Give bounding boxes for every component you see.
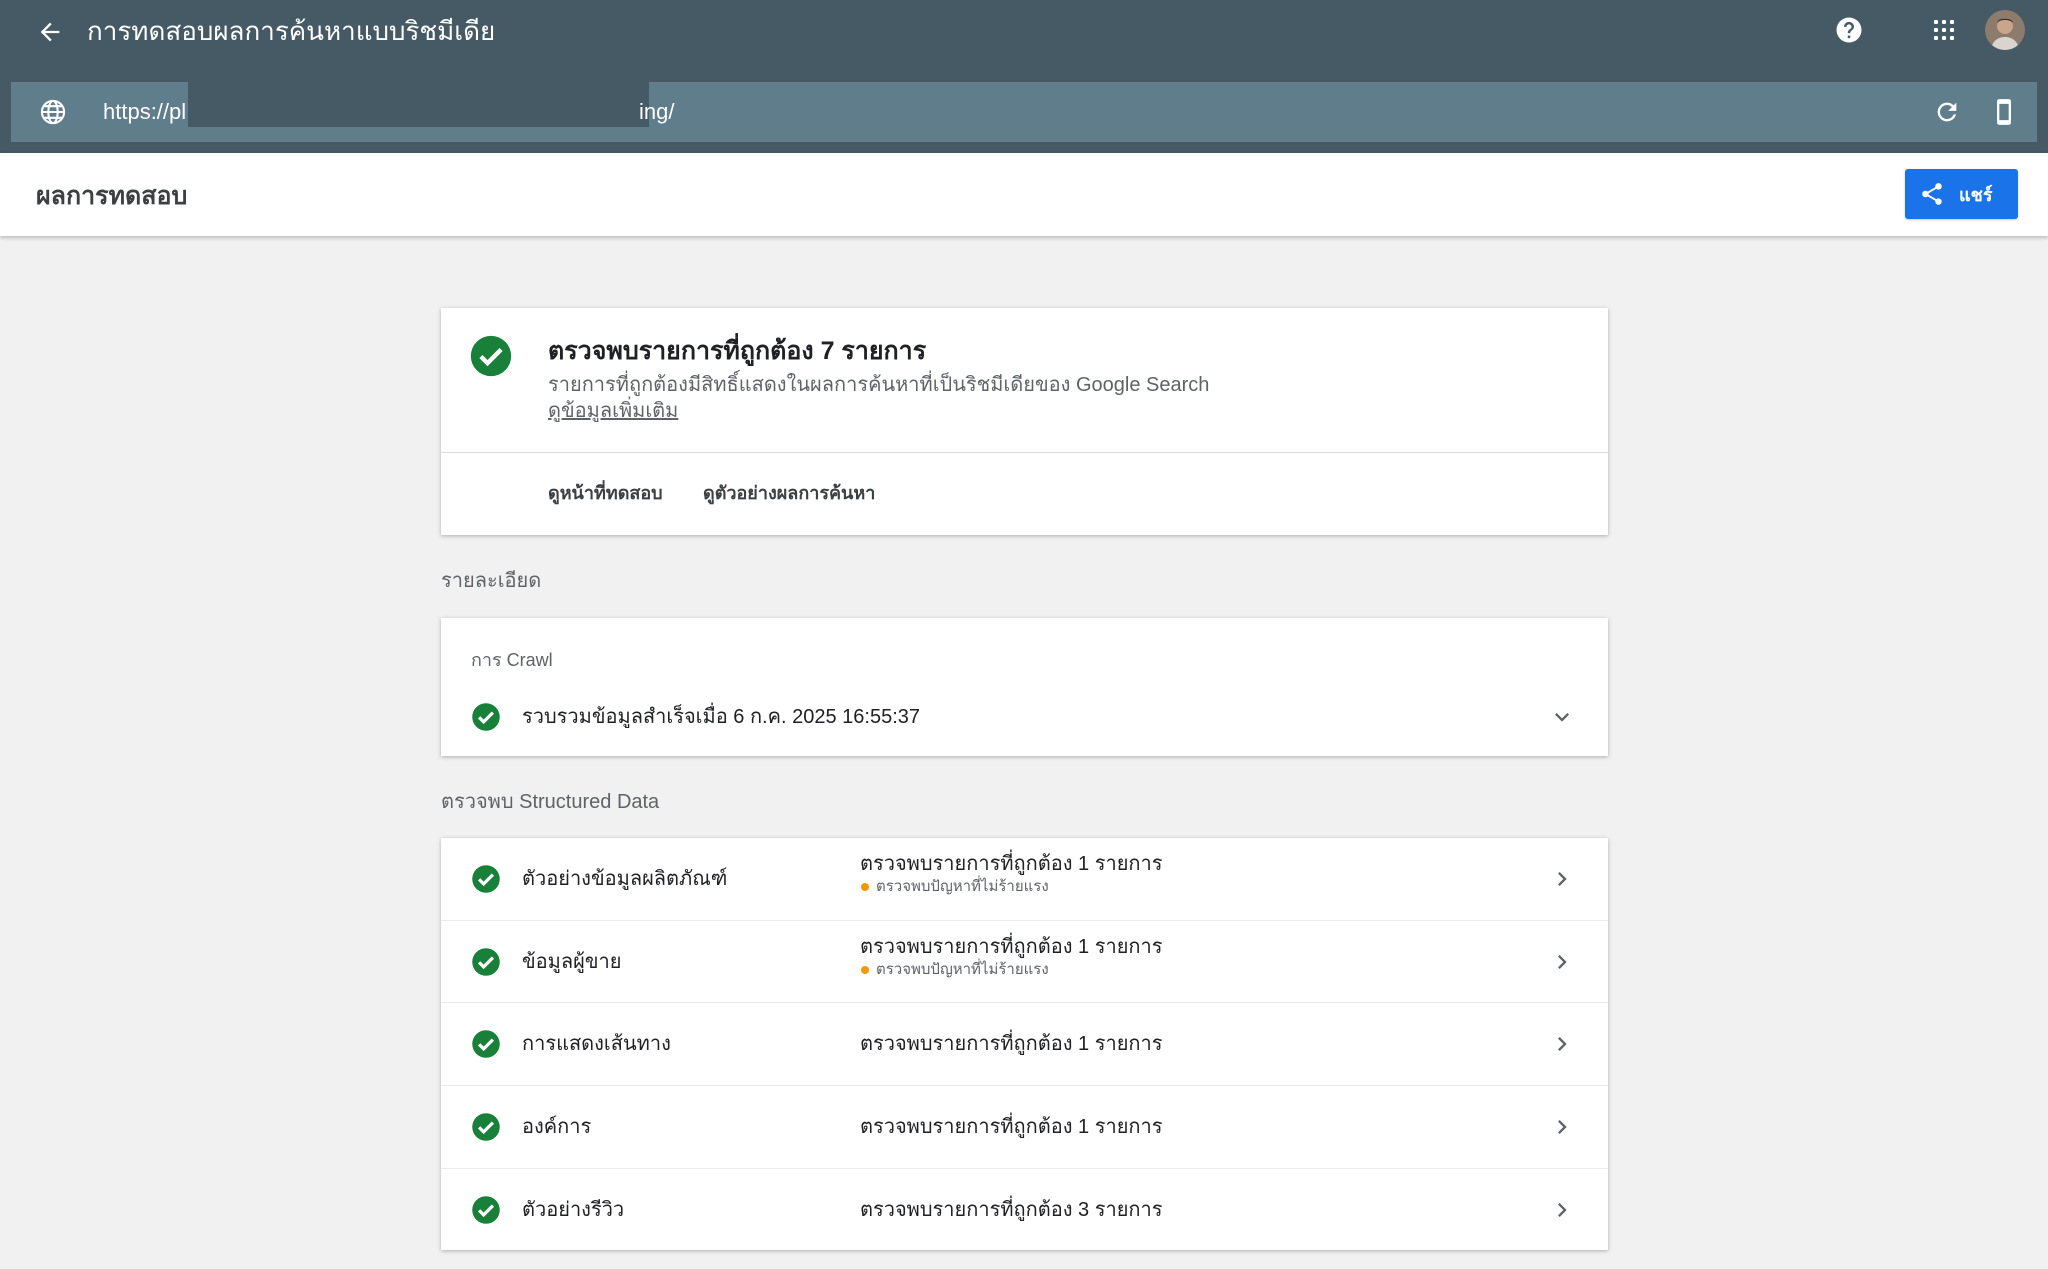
results-header: ผลการทดสอบ แชร์ [0,153,2048,236]
learn-more-link[interactable]: ดูข้อมูลเพิ่มเติม [548,398,678,424]
apps-button[interactable] [1925,11,1963,49]
row-status: ตรวจพบรายการที่ถูกต้อง 1 รายการ [860,853,1163,875]
share-label: แชร์ [1959,184,1993,205]
user-avatar-icon [1985,10,2025,50]
warning-text: ตรวจพบปัญหาที่ไม่ร้ายแรง [876,961,1049,978]
row-name: ตัวอย่างข้อมูลผลิตภัณฑ์ [522,868,728,890]
globe-icon-wrap [33,92,73,132]
structured-data-row[interactable]: ตัวอย่างรีวิว ตรวจพบรายการที่ถูกต้อง 3 ร… [441,1168,1608,1250]
smartphone-icon [1997,99,2011,125]
url-redaction [188,82,649,127]
share-button[interactable]: แชร์ [1905,169,2018,219]
row-status: ตรวจพบรายการที่ถูกต้อง 1 รายการ [860,936,1163,958]
crawl-card[interactable]: การ Crawl รวบรวมข้อมูลสำเร็จเมื่อ 6 ก.ค.… [441,618,1608,756]
divider [441,452,1608,453]
warning-dot-icon [861,883,869,891]
globe-icon [40,99,66,125]
row-status: ตรวจพบรายการที่ถูกต้อง 1 รายการ [860,1116,1163,1138]
check-circle-icon [472,1196,500,1224]
url-prefix: https://pl [103,99,187,124]
check-circle-icon [472,865,500,893]
structured-data-row[interactable]: องค์การ ตรวจพบรายการที่ถูกต้อง 1 รายการ [441,1085,1608,1167]
check-circle-icon [472,1113,500,1141]
preview-results-button[interactable]: ดูตัวอย่างผลการค้นหา [703,480,875,506]
chevron-right-wrap [1547,947,1577,977]
help-button[interactable] [1830,11,1868,49]
avatar[interactable] [1985,10,2025,50]
structured-data-row[interactable]: ตัวอย่างข้อมูลผลิตภัณฑ์ ตรวจพบรายการที่ถ… [441,838,1608,920]
reload-button[interactable] [1927,92,1967,132]
chevron-right-icon [1558,955,1567,969]
chevron-right-wrap [1547,1112,1577,1142]
chevron-right-icon [1558,872,1567,886]
results-title: ผลการทดสอบ [36,182,188,210]
chevron-right-wrap [1547,864,1577,894]
check-circle-icon [472,1030,500,1058]
warning-dot-icon [861,966,869,974]
chevron-right-icon [1558,1037,1567,1051]
row-name: การแสดงเส้นทาง [522,1033,671,1055]
summary-heading: ตรวจพบรายการที่ถูกต้อง 7 รายการ [548,337,927,365]
structured-data-section-label: ตรวจพบ Structured Data [441,791,660,813]
app-title: การทดสอบผลการค้นหาแบบริชมีเดีย [87,16,496,46]
summary-card: ตรวจพบรายการที่ถูกต้อง 7 รายการ รายการที… [441,308,1608,535]
row-name: ตัวอย่างรีวิว [522,1199,625,1221]
crawl-label: การ Crawl [471,650,553,670]
chevron-right-icon [1558,1203,1567,1217]
chevron-right-wrap [1547,1195,1577,1225]
back-button[interactable] [30,12,70,52]
structured-data-row[interactable]: การแสดงเส้นทาง ตรวจพบรายการที่ถูกต้อง 1 … [441,1002,1608,1084]
top-bar: การทดสอบผลการค้นหาแบบริชมีเดีย [0,0,2048,62]
row-warning: ตรวจพบปัญหาที่ไม่ร้ายแรง [861,959,1049,981]
url-bar[interactable]: https://pl ing/ [11,82,2037,142]
crawl-status: รวบรวมข้อมูลสำเร็จเมื่อ 6 ก.ค. 2025 16:5… [522,706,921,728]
row-status: ตรวจพบรายการที่ถูกต้อง 3 รายการ [860,1199,1163,1221]
url-suffix: ing/ [639,99,675,124]
device-button[interactable] [1984,92,2024,132]
check-circle-icon [472,948,500,976]
row-warning: ตรวจพบปัญหาที่ไม่ร้ายแรง [861,876,1049,898]
apps-grid-icon [1934,20,1954,40]
view-tested-page-button[interactable]: ดูหน้าที่ทดสอบ [548,480,663,506]
help-circle-icon [1836,17,1862,43]
chevron-down-icon [1555,713,1569,722]
row-status: ตรวจพบรายการที่ถูกต้อง 1 รายการ [860,1033,1163,1055]
app-header: การทดสอบผลการค้นหาแบบริชมีเดีย https://p… [0,0,2048,153]
reload-icon [1937,102,1957,122]
expand-button[interactable] [1547,702,1577,732]
check-circle-icon [470,335,512,377]
share-icon [1922,183,1942,205]
details-section-label: รายละเอียด [441,570,542,592]
arrow-left-icon [40,22,60,42]
summary-description: รายการที่ถูกต้องมีสิทธิ์แสดงในผลการค้นหา… [548,374,1210,396]
chevron-right-icon [1558,1120,1567,1134]
chevron-right-wrap [1547,1029,1577,1059]
check-circle-icon [472,703,500,731]
warning-text: ตรวจพบปัญหาที่ไม่ร้ายแรง [876,878,1049,895]
structured-data-card: ตัวอย่างข้อมูลผลิตภัณฑ์ ตรวจพบรายการที่ถ… [441,838,1608,1250]
row-name: ข้อมูลผู้ขาย [522,951,622,973]
structured-data-row[interactable]: ข้อมูลผู้ขาย ตรวจพบรายการที่ถูกต้อง 1 รา… [441,920,1608,1002]
row-name: องค์การ [522,1116,592,1138]
